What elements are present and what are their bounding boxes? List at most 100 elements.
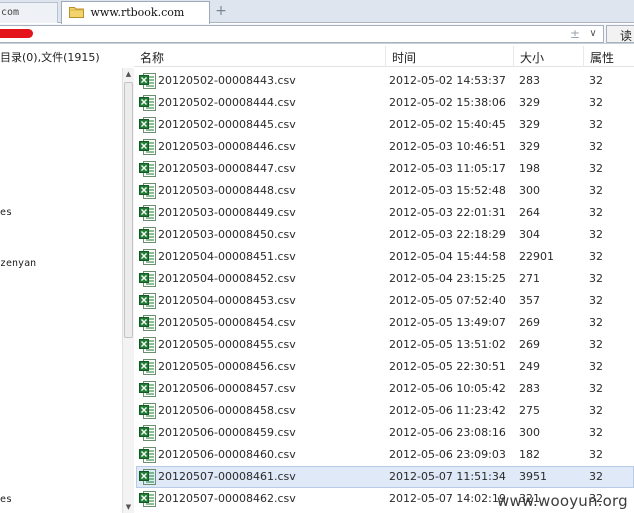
file-attr: 32	[589, 272, 603, 285]
file-row[interactable]: 20120505-00008454.csv 2012-05-05 13:49:07…	[134, 312, 634, 334]
file-time: 2012-05-06 23:08:16	[389, 426, 506, 439]
file-attr: 32	[589, 426, 603, 439]
file-attr: 32	[589, 360, 603, 373]
file-row[interactable]: 20120502-00008443.csv 2012-05-02 14:53:37…	[134, 70, 634, 92]
file-attr: 32	[589, 382, 603, 395]
file-row[interactable]: 20120506-00008457.csv 2012-05-06 10:05:42…	[134, 378, 634, 400]
file-size: 264	[519, 206, 540, 219]
file-time: 2012-05-03 22:01:31	[389, 206, 506, 219]
file-row[interactable]: 20120503-00008446.csv 2012-05-03 10:46:51…	[134, 136, 634, 158]
file-row[interactable]: 20120504-00008453.csv 2012-05-05 07:52:40…	[134, 290, 634, 312]
file-row[interactable]: 20120504-00008451.csv 2012-05-04 15:44:58…	[134, 246, 634, 268]
file-row[interactable]: 20120503-00008447.csv 2012-05-03 11:05:17…	[134, 158, 634, 180]
file-size: 3951	[519, 470, 547, 483]
file-name: 20120506-00008457.csv	[158, 382, 296, 395]
file-name: 20120504-00008451.csv	[158, 250, 296, 263]
file-row[interactable]: 20120502-00008445.csv 2012-05-02 15:40:45…	[134, 114, 634, 136]
vertical-scrollbar[interactable]: ▲ ▼	[122, 68, 134, 513]
file-size: 249	[519, 360, 540, 373]
address-plus-icon[interactable]: ±	[568, 26, 582, 42]
file-time: 2012-05-07 11:51:34	[389, 470, 506, 483]
file-attr: 32	[589, 294, 603, 307]
file-name: 20120504-00008452.csv	[158, 272, 296, 285]
new-tab-button[interactable]: +	[214, 2, 228, 20]
file-attr: 32	[589, 96, 603, 109]
file-time: 2012-05-05 13:49:07	[389, 316, 506, 329]
file-size: 300	[519, 426, 540, 439]
column-header-attr[interactable]: 属性	[584, 46, 634, 67]
file-size: 198	[519, 162, 540, 175]
excel-file-icon	[139, 381, 156, 397]
excel-file-icon	[139, 73, 156, 89]
file-name: 20120503-00008450.csv	[158, 228, 296, 241]
file-row[interactable]: 20120506-00008460.csv 2012-05-06 23:09:03…	[134, 444, 634, 466]
excel-file-icon	[139, 447, 156, 463]
file-attr: 32	[589, 184, 603, 197]
file-row[interactable]: 20120506-00008458.csv 2012-05-06 11:23:42…	[134, 400, 634, 422]
file-time: 2012-05-03 22:18:29	[389, 228, 506, 241]
file-row[interactable]: 20120503-00008449.csv 2012-05-03 22:01:31…	[134, 202, 634, 224]
excel-file-icon	[139, 95, 156, 111]
redaction-mark	[0, 29, 33, 38]
file-size: 271	[519, 272, 540, 285]
excel-file-icon	[139, 271, 156, 287]
file-name: 20120507-00008462.csv	[158, 492, 296, 505]
file-attr: 32	[589, 338, 603, 351]
file-attr: 32	[589, 250, 603, 263]
read-button[interactable]: 读	[606, 25, 634, 43]
excel-file-icon	[139, 491, 156, 507]
tab-previous-label: com	[1, 7, 20, 18]
file-row[interactable]: 20120503-00008450.csv 2012-05-03 22:18:29…	[134, 224, 634, 246]
file-row[interactable]: 20120506-00008459.csv 2012-05-06 23:08:16…	[134, 422, 634, 444]
file-size: 329	[519, 140, 540, 153]
tab-previous[interactable]: com	[0, 2, 58, 23]
file-attr: 32	[589, 206, 603, 219]
tree-item[interactable]: es	[0, 494, 12, 505]
tree-item[interactable]: zenyan	[0, 258, 36, 269]
file-row[interactable]: 20120502-00008444.csv 2012-05-02 15:38:06…	[134, 92, 634, 114]
file-time: 2012-05-04 15:44:58	[389, 250, 506, 263]
file-size: 329	[519, 96, 540, 109]
scroll-thumb[interactable]	[124, 82, 133, 338]
column-header-name[interactable]: 名称	[134, 46, 386, 67]
file-name: 20120503-00008448.csv	[158, 184, 296, 197]
file-time: 2012-05-05 22:30:51	[389, 360, 506, 373]
excel-file-icon	[139, 403, 156, 419]
file-row[interactable]: 20120507-00008461.csv 2012-05-07 11:51:34…	[134, 466, 634, 488]
file-size: 269	[519, 338, 540, 351]
file-time: 2012-05-03 11:05:17	[389, 162, 506, 175]
address-dropdown-icon[interactable]: ∨	[585, 26, 601, 42]
file-name: 20120505-00008455.csv	[158, 338, 296, 351]
file-row[interactable]: 20120505-00008456.csv 2012-05-05 22:30:51…	[134, 356, 634, 378]
tab-active[interactable]: www.rtbook.com	[61, 1, 210, 24]
file-row[interactable]: 20120505-00008455.csv 2012-05-05 13:51:02…	[134, 334, 634, 356]
excel-file-icon	[139, 139, 156, 155]
column-header-time[interactable]: 时间	[386, 46, 514, 67]
file-row[interactable]: 20120503-00008448.csv 2012-05-03 15:52:48…	[134, 180, 634, 202]
watermark: www.wooyun.org	[497, 492, 628, 510]
file-time: 2012-05-05 07:52:40	[389, 294, 506, 307]
file-attr: 32	[589, 228, 603, 241]
file-name: 20120505-00008454.csv	[158, 316, 296, 329]
excel-file-icon	[139, 425, 156, 441]
column-header-size[interactable]: 大小	[514, 46, 584, 67]
folder-icon	[69, 7, 84, 18]
tab-bar: com www.rtbook.com +	[0, 0, 634, 24]
left-pane: 目录(0),文件(1915) es zenyan es	[0, 45, 122, 513]
file-size: 283	[519, 74, 540, 87]
scroll-down-arrow-icon[interactable]: ▼	[123, 501, 134, 513]
file-attr: 32	[589, 316, 603, 329]
file-attr: 32	[589, 140, 603, 153]
file-time: 2012-05-06 23:09:03	[389, 448, 506, 461]
file-name: 20120507-00008461.csv	[158, 470, 296, 483]
scroll-up-arrow-icon[interactable]: ▲	[123, 68, 134, 80]
address-input[interactable]: ± ∨	[0, 25, 604, 43]
address-row: ± ∨ 读	[0, 24, 634, 44]
file-name: 20120502-00008444.csv	[158, 96, 296, 109]
file-attr: 32	[589, 448, 603, 461]
directory-summary: 目录(0),文件(1915)	[0, 51, 100, 64]
file-size: 304	[519, 228, 540, 241]
file-row[interactable]: 20120504-00008452.csv 2012-05-04 23:15:25…	[134, 268, 634, 290]
tree-item[interactable]: es	[0, 207, 12, 218]
excel-file-icon	[139, 227, 156, 243]
